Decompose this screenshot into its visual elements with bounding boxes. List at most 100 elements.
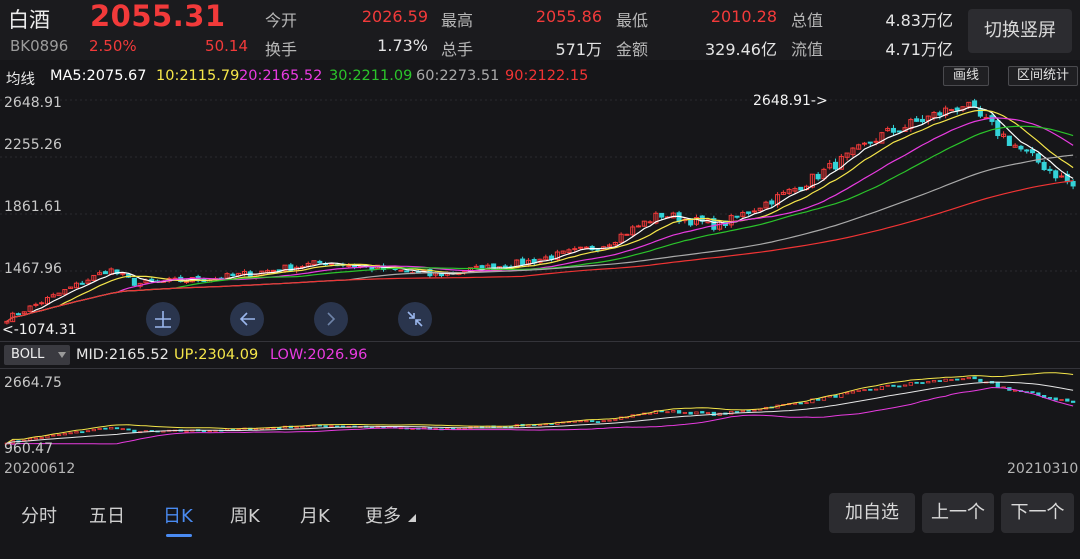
ma-title: 均线 [6, 72, 35, 88]
float-value-label: 流值 [791, 40, 824, 59]
candle-body [734, 215, 740, 218]
zoom-out-button[interactable] [398, 302, 432, 336]
candle-body [832, 161, 839, 170]
tab-daily-k[interactable]: 日K [163, 502, 193, 528]
boll-candle [277, 427, 282, 430]
boll-candle [995, 382, 1000, 388]
boll-candle [943, 378, 948, 382]
active-tab-indicator [166, 534, 192, 537]
candle-body [1053, 170, 1059, 179]
boll-candle [978, 378, 983, 382]
candle-body [1058, 175, 1065, 178]
next-stock-button[interactable]: 下一个 [1001, 493, 1074, 533]
boll-candle [601, 420, 606, 423]
boll-candle [902, 384, 908, 387]
range-stats-button[interactable]: 区间统计 [1008, 66, 1078, 86]
boll-candle [323, 425, 328, 428]
boll-candle [27, 438, 33, 441]
volume-value: 571万 [555, 40, 602, 59]
boll-candle [91, 428, 96, 432]
candle-body [954, 107, 960, 111]
boll-candle [955, 378, 960, 381]
boll-low-line [6, 386, 1074, 445]
candle-body [39, 302, 45, 305]
add-watchlist-button[interactable]: 加自选 [829, 493, 915, 533]
boll-candle [607, 419, 612, 422]
boll-candle [920, 382, 925, 384]
boll-candle [1030, 391, 1035, 393]
turnover-value: 1.73% [377, 36, 428, 55]
boll-candle [1070, 400, 1076, 403]
end-date: 20210310 [1007, 461, 1079, 477]
boll-candle [184, 430, 189, 433]
boll-candle [595, 421, 601, 423]
ma10-line [6, 109, 1074, 322]
toggle-orientation-button[interactable]: 切换竖屏 [968, 9, 1072, 53]
candle-body [914, 118, 920, 122]
candle-body [520, 258, 526, 266]
boll-candle [879, 386, 885, 391]
boll-candle [56, 434, 62, 437]
boll-candle [960, 378, 966, 381]
candle-body [896, 130, 902, 133]
candle-body [647, 221, 653, 224]
boll-chart[interactable] [0, 370, 1080, 456]
ma30-value: 30:2211.09 [329, 68, 413, 84]
scroll-left-button[interactable] [230, 302, 264, 336]
tab-monthly-k[interactable]: 月K [300, 502, 330, 528]
boll-candle [937, 380, 942, 382]
main-axis-label: 1861.61 [4, 199, 62, 215]
ma60-line [6, 154, 1074, 322]
candle-body [15, 313, 22, 316]
open-value: 2026.59 [361, 7, 428, 26]
high-label: 最高 [441, 11, 474, 30]
boll-up: UP:2304.09 [174, 347, 259, 363]
boll-candle [682, 412, 688, 414]
candle-body [317, 260, 323, 264]
boll-candle [850, 390, 856, 394]
stock-price: 2055.31 [90, 0, 226, 33]
candle-body [572, 248, 578, 251]
amount-value: 329.46亿 [705, 40, 777, 59]
candle-body [583, 246, 589, 249]
boll-candle [966, 376, 971, 380]
candle-body [230, 273, 236, 277]
candle-body [578, 246, 584, 249]
candle-body [1041, 161, 1047, 171]
scroll-right-button[interactable] [314, 302, 348, 336]
candle-body [937, 112, 943, 116]
candle-body [1070, 180, 1076, 187]
boll-candle [949, 379, 954, 381]
zoom-in-button[interactable] [146, 302, 180, 336]
candle-body [948, 109, 954, 112]
indicator-select[interactable]: BOLL [4, 345, 70, 365]
boll-candle [868, 388, 873, 391]
candle-body [769, 200, 775, 205]
ma30-line [6, 125, 1074, 322]
tab-weekly-k[interactable]: 周K [230, 502, 260, 528]
ma10-value: 10:2115.79 [156, 68, 240, 84]
stock-code: BK0896 [10, 37, 69, 55]
min-price-annotation: <-1074.31 [2, 322, 77, 338]
candle-body [404, 270, 410, 273]
tab-intraday[interactable]: 分时 [21, 502, 57, 528]
boll-candle [705, 412, 711, 414]
tab-more[interactable]: 更多 [365, 502, 416, 528]
boll-candle [207, 430, 212, 433]
tab-five-day[interactable]: 五日 [89, 502, 125, 528]
prev-stock-button[interactable]: 上一个 [922, 493, 994, 533]
candle-body [861, 142, 868, 145]
candle-body [438, 273, 445, 277]
boll-candle [694, 411, 699, 415]
boll-candle [972, 376, 977, 380]
candle-body [1047, 168, 1053, 172]
main-axis-label: 2255.26 [4, 137, 62, 153]
draw-line-button[interactable]: 画线 [943, 66, 989, 86]
amount-label: 金额 [616, 40, 649, 59]
main-axis-label: 1467.96 [4, 261, 62, 277]
boll-candle [51, 434, 56, 437]
boll-candle [891, 384, 896, 387]
boll-candle [114, 427, 120, 430]
collapse-icon [407, 311, 423, 327]
candle-body [798, 186, 804, 191]
